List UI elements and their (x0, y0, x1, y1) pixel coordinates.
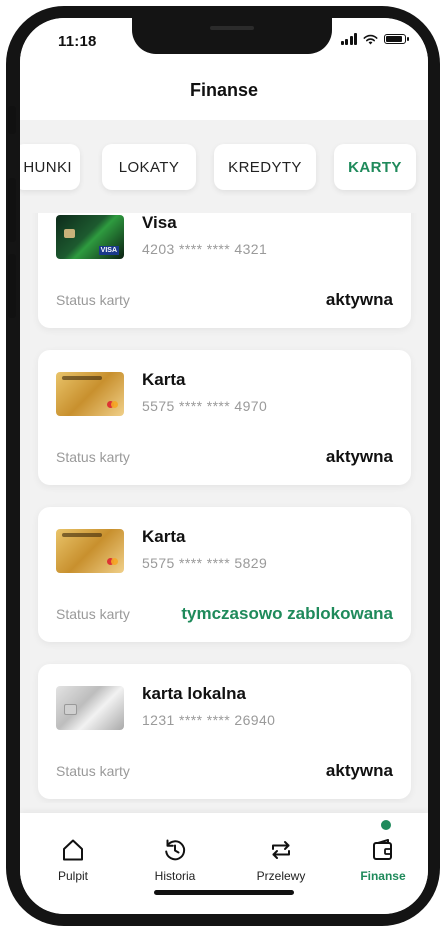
card-name: Karta (142, 370, 186, 389)
home-icon (63, 839, 83, 861)
status-label: Status karty (56, 449, 130, 465)
app-screen: 11:18 Finanse HUNKI LOKATY KREDYTY KARTY… (20, 18, 428, 914)
status-bar: 11:18 (20, 18, 428, 68)
speaker (210, 26, 254, 30)
tab-label: KARTY (348, 158, 402, 176)
home-indicator[interactable] (154, 890, 294, 895)
card-number: 1231 **** **** 26940 (142, 712, 276, 728)
card-item[interactable]: karta lokalna 1231 **** **** 26940 Statu… (38, 664, 411, 799)
status-label: Status karty (56, 292, 130, 308)
card-number: 5575 **** **** 5829 (142, 555, 268, 571)
volume-up-button (8, 178, 16, 242)
status-label: Status karty (56, 606, 130, 622)
nav-finanse[interactable]: Finanse (338, 837, 428, 883)
nav-label: Pulpit (57, 869, 89, 883)
silver-card-image (56, 686, 124, 730)
battery-icon (384, 34, 409, 44)
card-name: Karta (142, 527, 186, 546)
nav-pulpit[interactable]: Pulpit (28, 837, 118, 883)
card-status: aktywna (325, 761, 393, 780)
card-name: karta lokalna (142, 684, 246, 703)
signal-icon (340, 33, 357, 45)
card-number: 4203 **** **** 4321 (142, 241, 268, 257)
tab-rachunki[interactable]: HUNKI (20, 144, 80, 190)
header: Finanse (20, 68, 428, 120)
card-status: aktywna (325, 447, 393, 466)
card-list[interactable]: VISA Visa 4203 **** **** 4321 Status kar… (20, 213, 428, 803)
nav-przelewy[interactable]: Przelewy (236, 837, 326, 883)
status-icons (340, 33, 409, 45)
tab-karty[interactable]: KARTY (334, 144, 416, 190)
card-name: Visa (142, 213, 177, 232)
gold-mastercard-image (56, 372, 124, 416)
volume-down-button (8, 254, 16, 318)
card-status: aktywna (325, 290, 393, 309)
tab-label: LOKATY (118, 158, 180, 176)
tab-lokaty[interactable]: LOKATY (102, 144, 196, 190)
nav-label: Historia (154, 869, 196, 883)
gold-mastercard-image (56, 529, 124, 573)
active-indicator-dot (381, 820, 391, 830)
wallet-icon (373, 839, 392, 860)
wifi-icon (363, 34, 378, 44)
notch (132, 18, 332, 54)
card-item[interactable]: Karta 5575 **** **** 4970 Status karty a… (38, 350, 411, 485)
page-title: Finanse (189, 80, 259, 100)
tabs-bar: HUNKI LOKATY KREDYTY KARTY (20, 130, 428, 190)
card-item[interactable]: VISA Visa 4203 **** **** 4321 Status kar… (38, 213, 411, 328)
card-status: tymczasowo zablokowana (181, 604, 393, 623)
card-item[interactable]: Karta 5575 **** **** 5829 Status karty t… (38, 507, 411, 642)
transfer-icon (272, 841, 290, 859)
card-number: 5575 **** **** 4970 (142, 398, 268, 414)
tab-label: KREDYTY (228, 158, 302, 176)
mute-switch (8, 106, 16, 134)
nav-historia[interactable]: Historia (130, 837, 220, 883)
nav-label: Finanse (360, 869, 406, 883)
visa-card-image: VISA (56, 215, 124, 259)
tab-kredyty[interactable]: KREDYTY (214, 144, 316, 190)
status-time: 11:18 (58, 33, 97, 50)
bottom-nav: Pulpit Historia Przelewy Finanse (20, 813, 428, 914)
history-icon (165, 839, 186, 861)
status-label: Status karty (56, 763, 130, 779)
tab-label: HUNKI (23, 158, 72, 176)
nav-label: Przelewy (256, 869, 306, 883)
